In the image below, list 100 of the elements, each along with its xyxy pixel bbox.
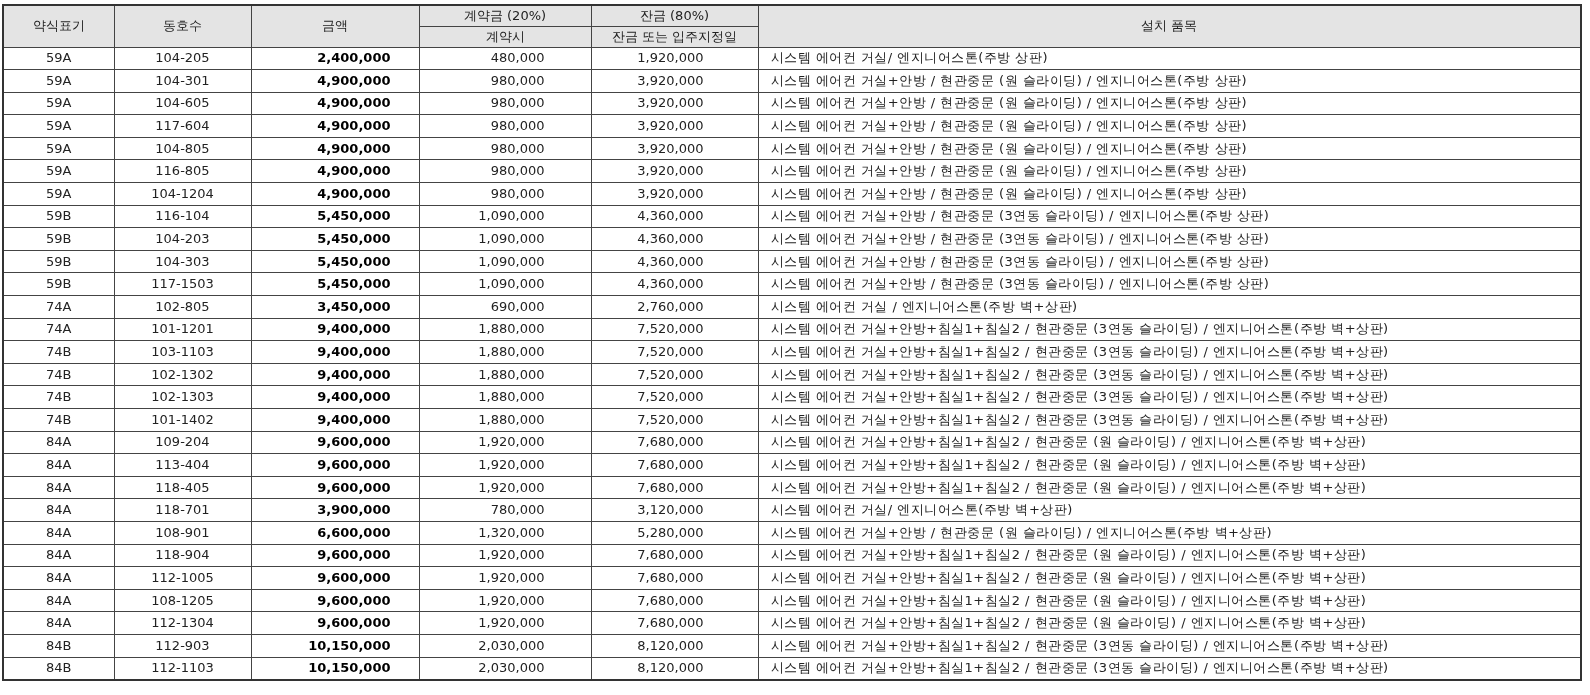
column-group-header: 잔금 (80%) (591, 5, 758, 26)
table-cell: 7,680,000 (591, 476, 758, 499)
table-cell: 3,120,000 (591, 498, 758, 522)
table-cell: 117-1503 (114, 272, 251, 296)
table-cell: 84A (3, 521, 114, 545)
table-cell: 74B (3, 363, 114, 386)
table-cell: 5,280,000 (591, 521, 758, 545)
table-cell: 101-1402 (114, 408, 251, 432)
table-cell: 74B (3, 385, 114, 409)
table-cell: 1,090,000 (419, 227, 591, 251)
table-cell: 59B (3, 205, 114, 228)
table-cell: 103-1103 (114, 340, 251, 364)
table-cell: 9,600,000 (251, 431, 419, 454)
table-cell: 104-805 (114, 137, 251, 160)
table-cell: 4,900,000 (251, 114, 419, 138)
table-cell: 104-303 (114, 250, 251, 273)
table-cell: 7,520,000 (591, 408, 758, 432)
table-cell: 5,450,000 (251, 272, 419, 296)
table-cell: 9,400,000 (251, 363, 419, 386)
table-cell: 690,000 (419, 295, 591, 319)
table-cell: 3,920,000 (591, 159, 758, 183)
table-cell: 102-1302 (114, 363, 251, 386)
table-cell: 1,920,000 (591, 47, 758, 70)
table-cell: 84A (3, 498, 114, 522)
table-cell: 2,030,000 (419, 634, 591, 658)
table-cell: 4,360,000 (591, 205, 758, 228)
table-cell: 59B (3, 227, 114, 251)
table-cell: 102-805 (114, 295, 251, 319)
table-cell: 118-701 (114, 498, 251, 522)
table-cell: 1,920,000 (419, 476, 591, 499)
table-cell: 7,680,000 (591, 453, 758, 477)
table-cell: 104-605 (114, 92, 251, 115)
table-cell: 4,900,000 (251, 137, 419, 160)
table-cell: 117-604 (114, 114, 251, 138)
table-cell: 59A (3, 69, 114, 93)
table-cell: 59B (3, 250, 114, 273)
table-cell: 1,920,000 (419, 566, 591, 590)
table-cell: 7,680,000 (591, 611, 758, 635)
table-cell: 84A (3, 431, 114, 454)
table-cell: 5,450,000 (251, 227, 419, 251)
table-cell: 4,900,000 (251, 92, 419, 115)
table-cell: 1,880,000 (419, 408, 591, 432)
table-cell: 1,090,000 (419, 250, 591, 273)
table-cell: 2,400,000 (251, 47, 419, 70)
table-cell: 102-1303 (114, 385, 251, 409)
table-cell: 84A (3, 544, 114, 567)
table-cell: 980,000 (419, 92, 591, 115)
table-cell: 9,600,000 (251, 544, 419, 567)
table-cell: 118-904 (114, 544, 251, 567)
table-cell: 1,880,000 (419, 340, 591, 364)
table-cell: 101-1201 (114, 318, 251, 341)
table-cell: 9,600,000 (251, 611, 419, 635)
table-cell: 118-405 (114, 476, 251, 499)
table-cell: 104-1204 (114, 182, 251, 206)
table-cell: 5,450,000 (251, 250, 419, 273)
table-cell: 4,900,000 (251, 182, 419, 206)
table-cell: 3,920,000 (591, 69, 758, 93)
table-cell: 1,920,000 (419, 453, 591, 477)
column-header: 동호수 (114, 5, 251, 47)
table-cell: 3,900,000 (251, 498, 419, 522)
table-cell: 7,520,000 (591, 385, 758, 409)
table-cell: 59A (3, 114, 114, 138)
table-cell: 84B (3, 634, 114, 658)
table-cell: 2,760,000 (591, 295, 758, 319)
table-cell: 3,920,000 (591, 182, 758, 206)
table-cell: 7,520,000 (591, 363, 758, 386)
table-cell: 116-104 (114, 205, 251, 228)
table-cell: 1,880,000 (419, 363, 591, 386)
table-cell: 74B (3, 408, 114, 432)
table-cell: 74B (3, 340, 114, 364)
table-cell: 7,680,000 (591, 589, 758, 612)
table-cell: 9,600,000 (251, 566, 419, 590)
table-cell: 980,000 (419, 69, 591, 93)
table-cell: 84A (3, 566, 114, 590)
table-cell: 108-1205 (114, 589, 251, 612)
table-cell: 1,920,000 (419, 431, 591, 454)
table-cell: 9,400,000 (251, 318, 419, 341)
table-cell: 74A (3, 295, 114, 319)
table-cell: 1,090,000 (419, 272, 591, 296)
table-cell: 84A (3, 589, 114, 612)
table-cell: 1,320,000 (419, 521, 591, 545)
table-cell: 112-1304 (114, 611, 251, 635)
table-cell: 1,920,000 (419, 544, 591, 567)
table-cell: 84A (3, 453, 114, 477)
table-cell: 84A (3, 611, 114, 635)
table-cell: 59A (3, 92, 114, 115)
table-cell: 1,880,000 (419, 318, 591, 341)
table-cell: 4,360,000 (591, 227, 758, 251)
table-cell: 480,000 (419, 47, 591, 70)
column-group-header: 계약금 (20%) (419, 5, 591, 26)
table-cell: 109-204 (114, 431, 251, 454)
table-cell: 780,000 (419, 498, 591, 522)
table-cell: 1,920,000 (419, 611, 591, 635)
table-cell: 59A (3, 137, 114, 160)
table-cell: 59A (3, 159, 114, 183)
table-cell: 3,920,000 (591, 114, 758, 138)
table-cell: 7,680,000 (591, 566, 758, 590)
table-cell: 4,360,000 (591, 250, 758, 273)
table-cell: 5,450,000 (251, 205, 419, 228)
table-cell: 9,400,000 (251, 385, 419, 409)
